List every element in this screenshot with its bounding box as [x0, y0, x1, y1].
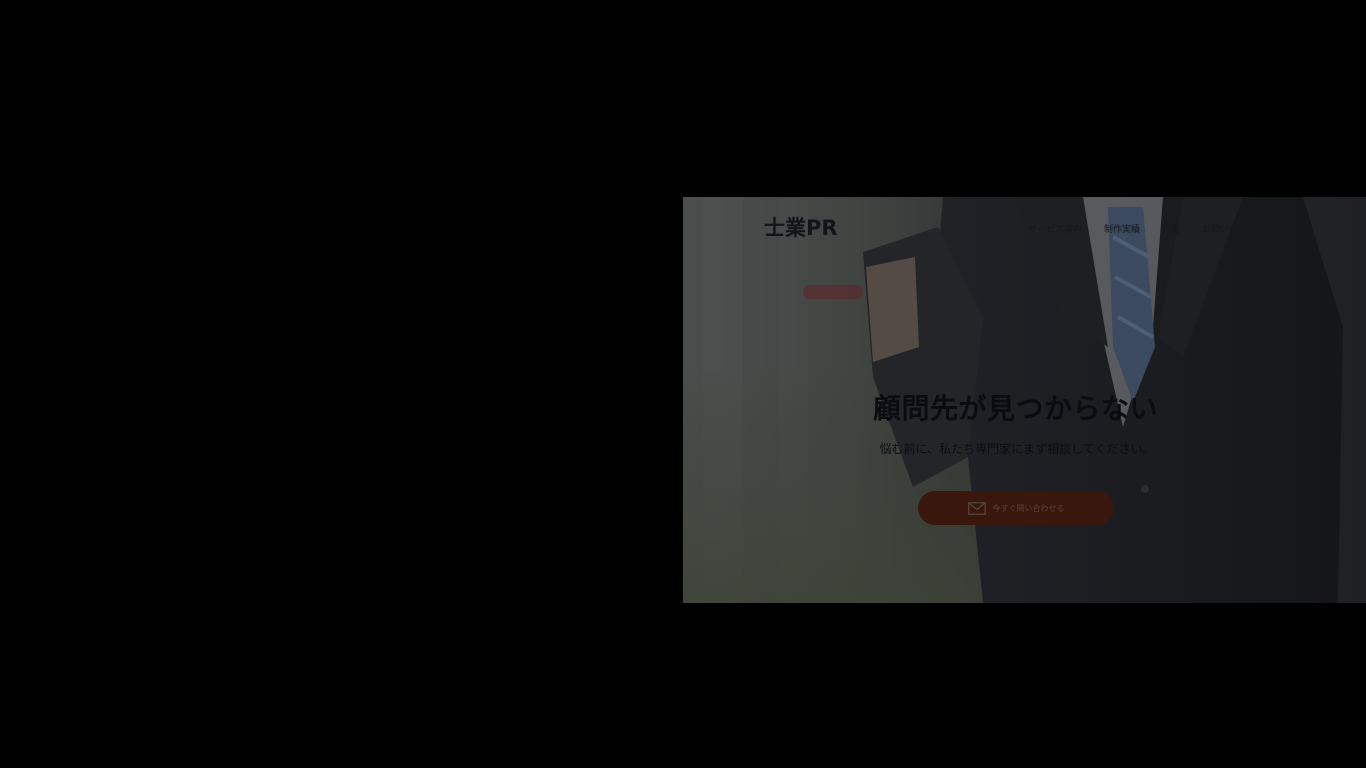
nav-item-pricing[interactable]: 料金: [1162, 222, 1180, 235]
contact-now-button[interactable]: 今すぐ問い合わせる: [918, 491, 1114, 525]
hero-subtitle: 悩む前に、私たち専門家にまず相談してください。: [879, 442, 1155, 456]
site-header: 士業PR サービス案内 制作実績 料金 お問い合わせ: [683, 197, 1366, 257]
site-logo[interactable]: 士業PR: [764, 212, 838, 242]
contact-now-label: 今すぐ問い合わせる: [992, 503, 1065, 513]
nav-item-works[interactable]: 制作実績: [1104, 222, 1140, 235]
main-nav: サービス案内 制作実績 料金 お問い合わせ: [1028, 222, 1256, 235]
mail-icon: [967, 501, 986, 515]
nav-item-contact[interactable]: お問い合わせ: [1202, 222, 1256, 235]
dimmed-screen: 士業PR サービス案内 制作実績 料金 お問い合わせ 顧問先が見つからない 悩む…: [0, 0, 1366, 768]
website-preview: 士業PR サービス案内 制作実績 料金 お問い合わせ 顧問先が見つからない 悩む…: [683, 197, 1366, 603]
nav-item-services[interactable]: サービス案内: [1028, 222, 1082, 235]
hero-title: 顧問先が見つからない: [872, 392, 1158, 425]
